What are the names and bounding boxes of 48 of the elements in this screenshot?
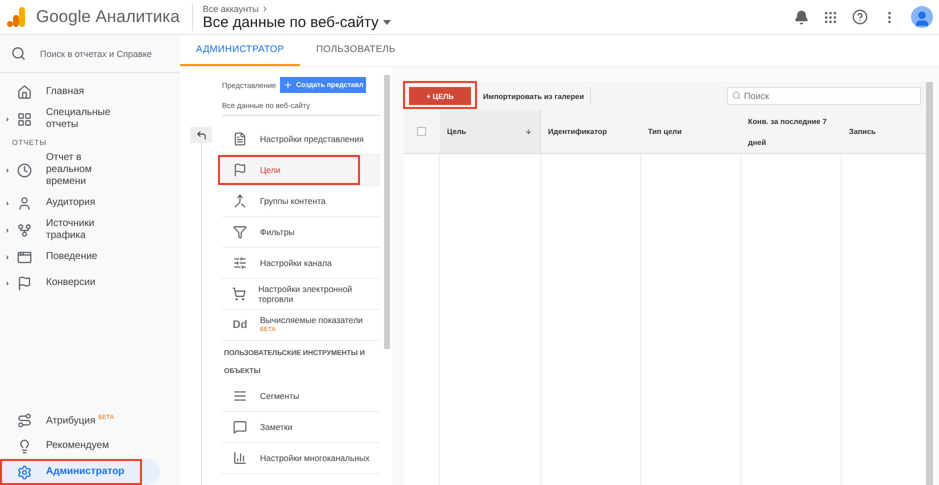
search-icon[interactable] [11, 46, 26, 61]
sidebar-item[interactable]: Аудитория [0, 190, 160, 216]
analytics-logo-icon [6, 6, 26, 28]
breadcrumb-link[interactable]: Все аккаунты [202, 4, 259, 14]
product-name: Google Аналитика [36, 3, 193, 31]
window-icon [16, 250, 32, 264]
search-field[interactable]: Поиск в отчетах и Справке [40, 48, 152, 58]
flag-icon [233, 163, 247, 177]
dropdown-caret-icon [382, 20, 391, 24]
filter-icon [233, 225, 247, 239]
comment-icon [233, 420, 247, 434]
view-selector[interactable]: Все данные по веб-сайту [202, 14, 391, 30]
sidebar-item[interactable]: Источники трафика [0, 216, 160, 244]
sidebar-item[interactable]: Конверсии [0, 270, 160, 296]
select-all-checkbox[interactable] [417, 127, 426, 136]
help-icon[interactable] [852, 9, 868, 25]
search-field[interactable]: Поиск [727, 87, 921, 105]
segments-icon [233, 389, 247, 403]
sidebar-item[interactable]: Главная [0, 79, 160, 105]
icon-letters: Dd [232, 319, 248, 331]
sidebar-item[interactable]: Специальные отчеты [0, 105, 160, 133]
document-icon [233, 132, 247, 146]
avatar-icon[interactable] [911, 6, 933, 28]
merge-icon [233, 194, 247, 208]
sidebar-item[interactable]: Администратор [0, 459, 160, 485]
apps-grid-icon[interactable] [823, 10, 838, 24]
sliders-icon [233, 256, 247, 270]
tab[interactable]: ПОЛЬЗОВАТЕЛЬ [300, 35, 412, 66]
clock-icon [16, 162, 32, 178]
back-arrow-icon [196, 130, 206, 140]
flag-icon [16, 276, 32, 290]
home-icon [16, 84, 32, 100]
sidebar-item[interactable]: Поведение [0, 244, 160, 270]
fork-icon [16, 222, 32, 238]
plus-icon [283, 80, 294, 90]
sort-arrow-icon [525, 128, 532, 135]
cart-icon [232, 287, 246, 301]
sidebar-item[interactable]: Атрибуция $^{БЕТА}$ [0, 407, 160, 433]
grid-icon [16, 112, 32, 126]
sidebar-item[interactable]: Отчет в реальном времени [0, 150, 160, 190]
sidebar-item[interactable]: Рекомендуем [0, 433, 160, 459]
person-icon [16, 196, 32, 210]
notifications-icon[interactable] [794, 10, 809, 24]
settings-icon [16, 464, 32, 480]
search-icon [732, 91, 741, 100]
route-icon [16, 412, 32, 428]
back-button[interactable] [190, 127, 212, 143]
bar-chart-icon [233, 451, 247, 465]
